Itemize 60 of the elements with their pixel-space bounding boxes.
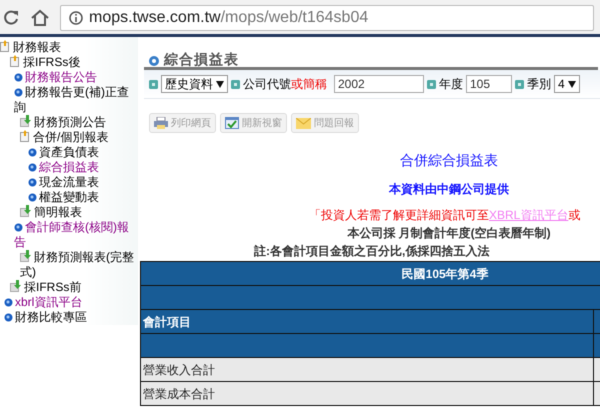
sidebar-item[interactable]: 現金流量表 <box>0 175 138 190</box>
period-header: 民國105年第4季 <box>140 262 600 286</box>
bullet-icon <box>28 148 37 157</box>
sidebar-item[interactable]: 財務報表 <box>0 40 138 55</box>
sidebar-item[interactable]: 財務比較專區 <box>0 310 138 325</box>
sidebar-item[interactable]: xbrl資訊平台 <box>0 295 138 310</box>
window-check-icon <box>225 117 239 129</box>
column-header: 會計項目 <box>140 310 594 334</box>
url-text: mops.twse.com.tw/mops/web/t164sb04 <box>89 9 368 27</box>
bullet-icon <box>427 80 436 88</box>
printer-icon <box>154 117 168 129</box>
info-icon[interactable] <box>69 11 83 25</box>
provider-note: 本資料由中鋼公司提供 <box>388 181 510 197</box>
sidebar-item[interactable]: 會計師查核(核閱)報告 <box>0 220 138 250</box>
reload-icon[interactable] <box>2 9 20 27</box>
envelope-icon <box>296 118 311 128</box>
sidebar-item[interactable]: 財務預測公告 <box>0 115 138 130</box>
folder-icon <box>10 55 21 67</box>
bullet-icon <box>4 298 13 307</box>
bullet-icon <box>14 223 23 232</box>
sidebar-item[interactable]: 簡明報表 <box>0 205 138 220</box>
home-icon[interactable] <box>30 9 50 27</box>
bullet-icon <box>28 178 37 187</box>
sidebar-item[interactable]: 採IFRSs前 <box>0 280 138 295</box>
bullet-icon <box>515 80 524 88</box>
sidebar-item[interactable]: 權益變動表 <box>0 190 138 205</box>
field-label: 年度 <box>439 76 463 92</box>
bullet-icon <box>14 88 23 97</box>
sidebar-item[interactable]: 採IFRSs後 <box>0 55 138 70</box>
caret-icon <box>568 81 576 88</box>
report-title: 合併綜合損益表 <box>399 151 499 169</box>
folder-icon <box>20 130 31 142</box>
source-select[interactable]: 歷史資料 <box>161 75 228 93</box>
page-title: 綜合損益表 <box>164 51 239 67</box>
bullet-icon <box>231 80 240 88</box>
investor-notice: 「投資人若需了解更詳細資訊可至XBRL資訊平台或 <box>308 207 582 223</box>
field-label: 公司代號或簡稱 <box>243 76 327 92</box>
bullet-icon <box>28 193 37 202</box>
fiscal-year-note: 本公司採 月制會計年度(空白表曆年制) <box>346 225 552 241</box>
globe-icon <box>148 55 160 67</box>
address-bar[interactable]: mops.twse.com.tw/mops/web/t164sb04 <box>60 5 594 31</box>
sidebar-item[interactable]: 財務預測報表(完整式) <box>0 250 138 280</box>
folder-icon <box>0 40 11 52</box>
rounding-note: 註:各會計項目金額之百分比,係採四捨五入法 <box>253 243 490 259</box>
sidebar-item[interactable]: 財務報告公告 <box>0 70 138 85</box>
table-cell: 營業收入合計 <box>140 358 594 382</box>
sidebar-item[interactable]: 合併/個別報表 <box>0 130 138 145</box>
table-cell: 營業成本合計 <box>140 382 594 406</box>
bullet-icon <box>14 73 23 82</box>
field-label: 季別 <box>527 76 551 92</box>
caret-icon <box>216 81 224 88</box>
year-input[interactable]: 105 <box>466 75 512 93</box>
bullet-icon <box>4 313 13 322</box>
bullet-icon <box>149 80 158 88</box>
sidebar-item[interactable]: 綜合損益表 <box>0 160 138 175</box>
sidebar-item[interactable]: 財務報告更(補)正查詢 <box>0 85 138 115</box>
bullet-icon <box>28 163 37 172</box>
season-select[interactable]: 4 <box>554 75 580 93</box>
company-input[interactable]: 2002 <box>334 75 424 93</box>
sidebar-item[interactable]: 資產負債表 <box>0 145 138 160</box>
